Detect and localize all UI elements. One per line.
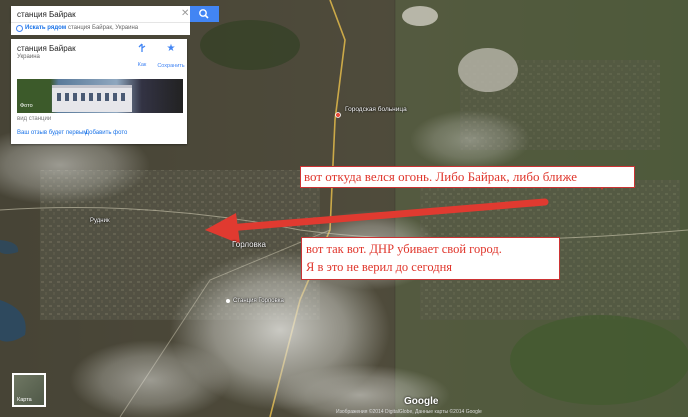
save-label: Сохранить [157,63,185,69]
star-icon: ★ [166,43,176,54]
gorlovka-label[interactable]: Горловка [232,240,266,249]
place-subtitle: Украина [17,54,40,60]
dnr-line-2: Я в это не верил до сегодня [306,260,453,274]
directions-icon [138,43,146,52]
place-title: станция Байрак [17,44,76,53]
station-gorlovka-label[interactable]: Станция Горловка [233,298,284,304]
map-type-label: Карта [17,397,32,403]
photo-windows [57,93,127,101]
nearby-bar: Искать рядом станция Байрак, Украина [11,22,190,35]
review-link[interactable]: Ваш отзыв будет первым [17,130,87,136]
nearby-link[interactable]: Искать рядом [25,25,66,31]
map-type-toggle[interactable]: Карта [12,373,46,407]
fire-annotation: вот откуда велся огонь. Либо Байрак, либ… [300,166,635,188]
search-button[interactable] [190,6,219,22]
search-input[interactable] [11,6,171,22]
google-logo: Google [404,396,439,407]
map-attribution: Изображения ©2014 DigitalGlobe, Данные к… [336,409,482,415]
nearby-search-icon [16,25,23,32]
close-icon[interactable]: ✕ [181,8,189,20]
hospital-marker[interactable] [335,112,341,118]
photo-label: Фото [20,103,33,109]
place-photo[interactable]: Фото [17,79,183,113]
station-marker[interactable] [226,299,230,303]
nearby-station: станция Байрак, Украина [68,25,139,31]
hospital-label[interactable]: Городская больница [345,106,407,113]
dnr-line-1: вот так вот. ДНР убивает свой город. [306,242,502,256]
dnr-annotation: вот так вот. ДНР убивает свой город. Я в… [301,237,560,280]
directions-button[interactable]: Как добраться [129,43,156,86]
district-label: Рудник [90,218,110,224]
add-photo-link[interactable]: Добавить фото [85,130,127,136]
place-card: станция Байрак Украина Как добраться ★ С… [11,39,187,144]
photo-caption: вид станции [17,116,52,122]
search-box: ✕ [11,6,190,22]
search-icon [199,9,209,19]
save-button[interactable]: ★ Сохранить [156,43,186,71]
